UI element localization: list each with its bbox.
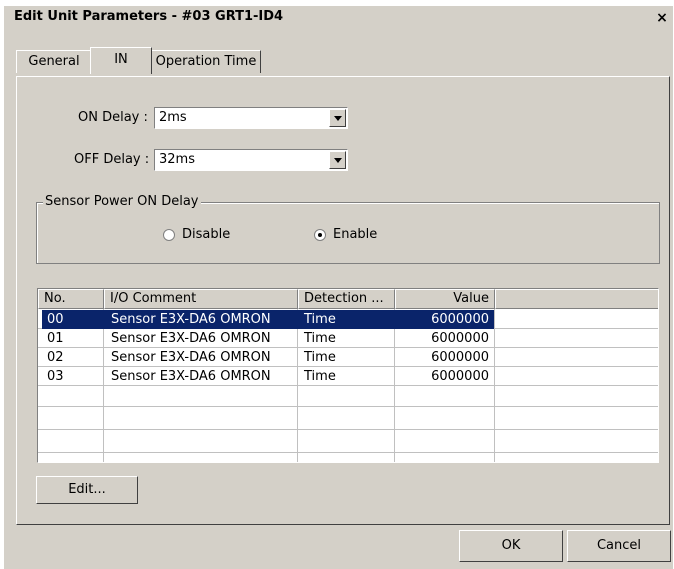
edit-unit-parameters-dialog: Edit Unit Parameters - #03 GRT1-ID4 × Ge… xyxy=(4,6,673,569)
row-no: 00 xyxy=(47,312,64,327)
row-no: 03 xyxy=(47,369,64,384)
row-no: 01 xyxy=(47,331,64,346)
off-delay-value: 32ms xyxy=(159,152,195,167)
row-divider xyxy=(38,452,658,453)
row-value: 6000000 xyxy=(431,350,489,365)
column-header-no[interactable]: No. xyxy=(38,289,104,309)
row-value: 6000000 xyxy=(431,369,489,384)
row-value: 6000000 xyxy=(431,312,489,327)
row-value: 6000000 xyxy=(431,331,489,346)
row-detection: Time xyxy=(304,331,336,346)
on-delay-select[interactable]: 2ms xyxy=(154,107,348,129)
chevron-down-icon[interactable] xyxy=(329,109,346,127)
row-detection: Time xyxy=(304,312,336,327)
row-comment: Sensor E3X-DA6 OMRON xyxy=(111,369,271,384)
row-divider xyxy=(38,406,658,407)
window-title: Edit Unit Parameters - #03 GRT1-ID4 xyxy=(14,9,284,24)
off-delay-select[interactable]: 32ms xyxy=(154,149,348,171)
off-delay-label: OFF Delay : xyxy=(74,152,150,167)
column-header-io-comment[interactable]: I/O Comment xyxy=(104,289,298,309)
edit-button[interactable]: Edit... xyxy=(36,476,138,504)
row-detection: Time xyxy=(304,369,336,384)
ok-button[interactable]: OK xyxy=(459,530,563,562)
row-comment: Sensor E3X-DA6 OMRON xyxy=(111,312,271,327)
tab-general[interactable]: General xyxy=(16,50,92,73)
chevron-down-icon[interactable] xyxy=(329,151,346,169)
row-comment: Sensor E3X-DA6 OMRON xyxy=(111,331,271,346)
cancel-button[interactable]: Cancel xyxy=(567,530,671,562)
on-delay-value: 2ms xyxy=(159,110,187,125)
enable-label[interactable]: Enable xyxy=(333,227,377,242)
tab-operation-time[interactable]: Operation Time xyxy=(151,50,261,73)
column-divider xyxy=(297,309,298,462)
column-divider xyxy=(494,309,495,462)
sensor-power-group-label: Sensor Power ON Delay xyxy=(43,194,201,209)
column-header-detection[interactable]: Detection ... xyxy=(298,289,395,309)
tab-in[interactable]: IN xyxy=(90,47,152,74)
on-delay-label: ON Delay : xyxy=(78,110,148,125)
io-table[interactable]: No. I/O Comment Detection ... Value 00 S… xyxy=(37,288,659,463)
edit-button-label: Edit... xyxy=(68,482,106,497)
disable-label[interactable]: Disable xyxy=(182,227,230,242)
close-icon[interactable]: × xyxy=(653,9,671,27)
row-no: 02 xyxy=(47,350,64,365)
row-comment: Sensor E3X-DA6 OMRON xyxy=(111,350,271,365)
title-bar[interactable]: Edit Unit Parameters - #03 GRT1-ID4 × xyxy=(4,6,673,30)
row-divider xyxy=(38,429,658,430)
row-detection: Time xyxy=(304,350,336,365)
column-header-value[interactable]: Value xyxy=(395,289,495,309)
column-header-empty xyxy=(495,289,658,309)
enable-radio[interactable] xyxy=(314,229,326,241)
disable-radio[interactable] xyxy=(163,229,175,241)
